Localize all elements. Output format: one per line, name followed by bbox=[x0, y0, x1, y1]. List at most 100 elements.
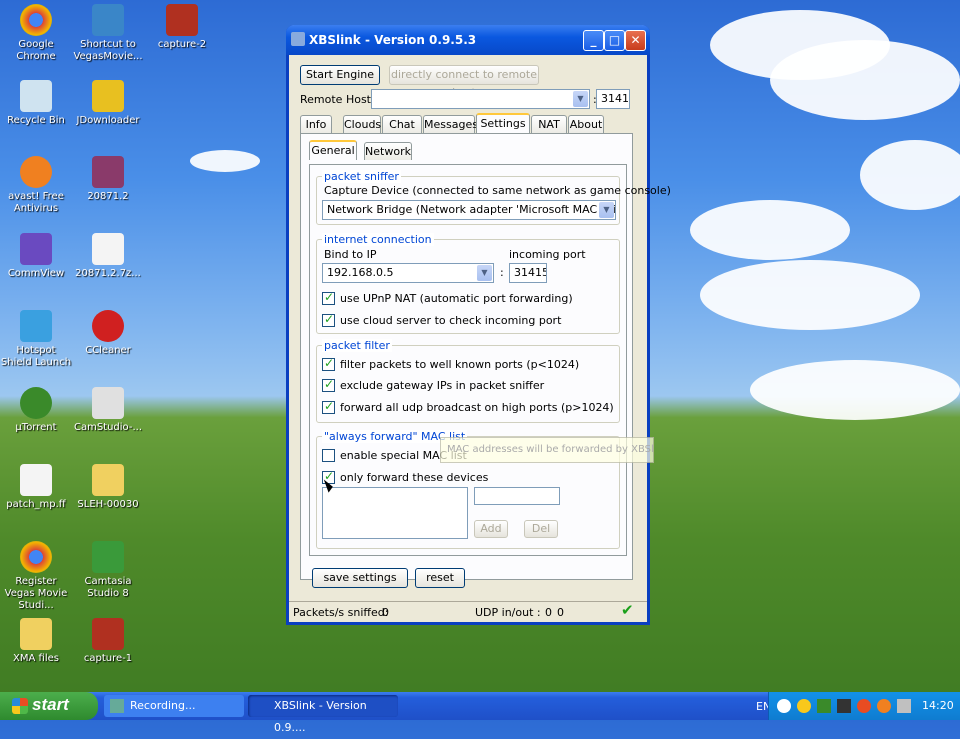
mac-address-input[interactable] bbox=[474, 487, 560, 505]
maximize-button[interactable]: □ bbox=[604, 30, 625, 51]
system-tray: 14:20 bbox=[768, 692, 960, 720]
connect-remote-button[interactable]: directly connect to remote host bbox=[389, 65, 539, 99]
camtasia-icon bbox=[92, 541, 124, 573]
desktop-icon-20871-2[interactable]: 20871.2 bbox=[72, 156, 144, 203]
remote-host-label: Remote Host: bbox=[300, 93, 375, 106]
desktop-icon-chrome[interactable]: Google Chrome bbox=[0, 4, 72, 63]
tab-settings[interactable]: Settings bbox=[476, 113, 530, 133]
desktop-icon-vegas-shortcut[interactable]: Shortcut to VegasMovie... bbox=[72, 4, 144, 63]
desktop-icon-xma-files[interactable]: XMA files bbox=[0, 618, 72, 665]
chevron-down-icon[interactable]: ▼ bbox=[477, 265, 492, 281]
special-mac-checkbox[interactable] bbox=[322, 449, 335, 462]
chevron-down-icon[interactable]: ▼ bbox=[573, 91, 588, 107]
del-mac-button[interactable]: Del bbox=[524, 520, 558, 538]
chrome-icon bbox=[20, 4, 52, 36]
folder-icon bbox=[92, 464, 124, 496]
tray-icon[interactable] bbox=[857, 699, 871, 713]
tooltip: MAC addresses will be forwarded by XBSli… bbox=[440, 437, 654, 463]
desktop-icon-utorrent[interactable]: µTorrent bbox=[0, 387, 72, 434]
capture-device-select[interactable]: Network Bridge (Network adapter 'Microso… bbox=[322, 200, 616, 220]
file-icon bbox=[20, 464, 52, 496]
folder-icon bbox=[20, 618, 52, 650]
mac-devices-list[interactable] bbox=[322, 487, 468, 539]
tray-icon[interactable] bbox=[877, 699, 891, 713]
main-tabs: Info Clouds Chat Messages Settings NAT A… bbox=[300, 113, 630, 133]
task-recording[interactable]: Recording... bbox=[104, 695, 244, 717]
close-button[interactable]: ✕ bbox=[625, 30, 646, 51]
packet-sniffer-title: packet sniffer bbox=[322, 170, 401, 183]
start-engine-button[interactable]: Start Engine bbox=[300, 65, 380, 85]
desktop-icon-capture-1[interactable]: capture-1 bbox=[72, 618, 144, 665]
tray-icon[interactable] bbox=[777, 699, 791, 713]
upnp-label: use UPnP NAT (automatic port forwarding) bbox=[340, 292, 573, 305]
desktop-icon-20871-7z[interactable]: 20871.2.7z... bbox=[72, 233, 144, 280]
desktop-icon-register-vegas[interactable]: Register Vegas Movie Studi... bbox=[0, 541, 72, 612]
video-file-icon bbox=[92, 618, 124, 650]
chevron-down-icon[interactable]: ▼ bbox=[599, 202, 614, 218]
udp-out-value: 0 bbox=[557, 606, 564, 619]
desktop-icon-patch[interactable]: patch_mp.ff bbox=[0, 464, 72, 511]
tab-about[interactable]: About bbox=[568, 115, 604, 133]
udp-in-value: 0 bbox=[545, 606, 552, 619]
tray-icon[interactable] bbox=[797, 699, 811, 713]
small-cloud bbox=[190, 150, 260, 172]
cloud-check-label: use cloud server to check incoming port bbox=[340, 314, 562, 327]
minimize-button[interactable]: _ bbox=[583, 30, 604, 51]
ccleaner-icon bbox=[92, 310, 124, 342]
start-button[interactable]: start bbox=[0, 692, 98, 720]
incoming-port-input[interactable]: 31415 bbox=[509, 263, 547, 283]
recycle-bin-icon bbox=[20, 80, 52, 112]
subtab-general[interactable]: General bbox=[309, 140, 357, 160]
window-title: XBSlink - Version 0.9.5.3 bbox=[309, 33, 477, 47]
tab-chat[interactable]: Chat bbox=[382, 115, 422, 133]
packets-sniffed-value: 0 bbox=[382, 606, 389, 619]
tray-icon[interactable] bbox=[817, 699, 831, 713]
tab-messages[interactable]: Messages bbox=[423, 115, 478, 133]
desktop-icon-recycle-bin[interactable]: Recycle Bin bbox=[0, 80, 72, 127]
save-settings-button[interactable]: save settings bbox=[312, 568, 408, 588]
upnp-checkbox[interactable] bbox=[322, 290, 335, 305]
tray-icon[interactable] bbox=[897, 699, 911, 713]
desktop-icon-camtasia[interactable]: Camtasia Studio 8 bbox=[72, 541, 144, 600]
packets-sniffed-label: Packets/s sniffed: bbox=[293, 606, 389, 619]
desktop-icon-avast[interactable]: avast! Free Antivirus bbox=[0, 156, 72, 215]
tab-clouds[interactable]: Clouds bbox=[343, 115, 381, 133]
desktop-wallpaper-clouds bbox=[650, 0, 960, 440]
add-mac-button[interactable]: Add bbox=[474, 520, 508, 538]
app-icon bbox=[291, 32, 305, 46]
window-titlebar[interactable]: XBSlink - Version 0.9.5.3 _ □ ✕ bbox=[286, 25, 650, 55]
tab-info[interactable]: Info bbox=[300, 115, 332, 133]
desktop-icon-sleh[interactable]: SLEH-00030 bbox=[72, 464, 144, 511]
vegas-shortcut-icon bbox=[92, 4, 124, 36]
exclude-gateway-checkbox[interactable] bbox=[322, 377, 335, 392]
remote-host-input[interactable]: ▼ bbox=[371, 89, 590, 109]
forward-broadcast-label: forward all udp broadcast on high ports … bbox=[340, 401, 614, 414]
reset-button[interactable]: reset bbox=[415, 568, 465, 588]
chrome-icon bbox=[20, 541, 52, 573]
forward-broadcast-checkbox[interactable] bbox=[322, 399, 335, 414]
clock[interactable]: 14:20 bbox=[922, 699, 954, 712]
archive-icon bbox=[92, 156, 124, 188]
bind-ip-label: Bind to IP bbox=[324, 248, 377, 261]
tab-nat[interactable]: NAT bbox=[531, 115, 567, 133]
subtab-network[interactable]: Network bbox=[364, 142, 412, 160]
file-icon bbox=[92, 233, 124, 265]
xbslink-window: XBSlink - Version 0.9.5.3 _ □ ✕ Start En… bbox=[286, 25, 671, 625]
tray-icon[interactable] bbox=[837, 699, 851, 713]
desktop-icon-commview[interactable]: CommView bbox=[0, 233, 72, 280]
cloud-check-checkbox[interactable] bbox=[322, 312, 335, 327]
desktop-icon-jdownloader[interactable]: JDownloader bbox=[72, 80, 144, 127]
bind-ip-select[interactable]: 192.168.0.5 ▼ bbox=[322, 263, 494, 283]
desktop-icon-capture-2[interactable]: capture-2 bbox=[146, 4, 218, 51]
incoming-port-label: incoming port bbox=[509, 248, 586, 261]
taskbar: start Recording... XBSlink - Version 0.9… bbox=[0, 692, 960, 734]
desktop-icon-hotspot-shield[interactable]: Hotspot Shield Launch bbox=[0, 310, 72, 369]
desktop-icon-camstudio[interactable]: CamStudio-... bbox=[72, 387, 144, 434]
filter-well-known-checkbox[interactable] bbox=[322, 356, 335, 371]
desktop-icon-ccleaner[interactable]: CCleaner bbox=[72, 310, 144, 357]
settings-panel: General Network packet sniffer Capture D… bbox=[300, 133, 671, 588]
jdownloader-icon bbox=[92, 80, 124, 112]
task-xbslink[interactable]: XBSlink - Version 0.9.... bbox=[248, 695, 398, 734]
utorrent-icon bbox=[20, 387, 52, 419]
remote-port-input[interactable]: 31415 bbox=[596, 89, 630, 109]
